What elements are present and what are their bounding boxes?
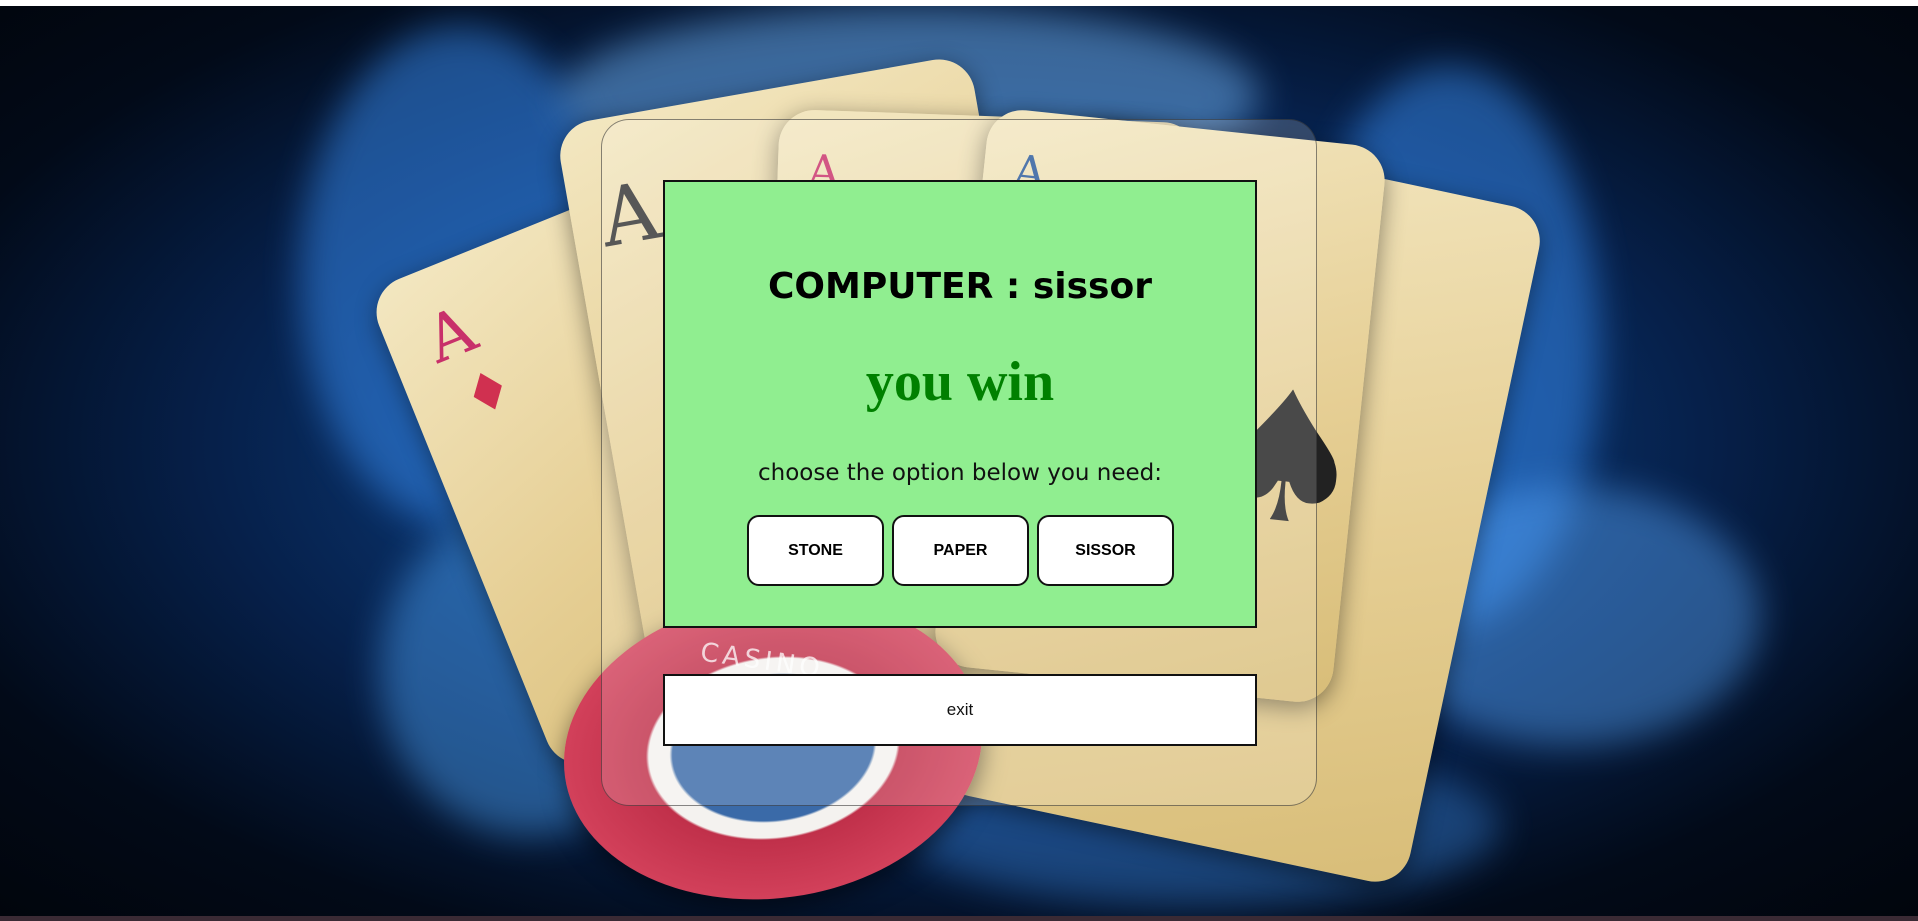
bottom-edge (0, 916, 1918, 921)
stone-button[interactable]: STONE (747, 515, 884, 586)
computer-choice-line: COMPUTER : sissor (665, 266, 1255, 307)
card-letter: A (415, 292, 487, 379)
game-box: COMPUTER : sissor you win choose the opt… (663, 180, 1257, 628)
computer-label: COMPUTER (768, 266, 994, 307)
prompt-text: choose the option below you need: (757, 460, 1163, 486)
choice-buttons: STONE PAPER SISSOR (747, 515, 1187, 587)
diamond-icon: ♦ (454, 353, 523, 431)
sissor-button[interactable]: SISSOR (1037, 515, 1174, 586)
result-text: you win (865, 351, 1055, 413)
exit-button[interactable]: exit (663, 674, 1257, 746)
separator: : (1005, 266, 1021, 307)
computer-choice: sissor (1032, 266, 1152, 307)
paper-button[interactable]: PAPER (892, 515, 1029, 586)
